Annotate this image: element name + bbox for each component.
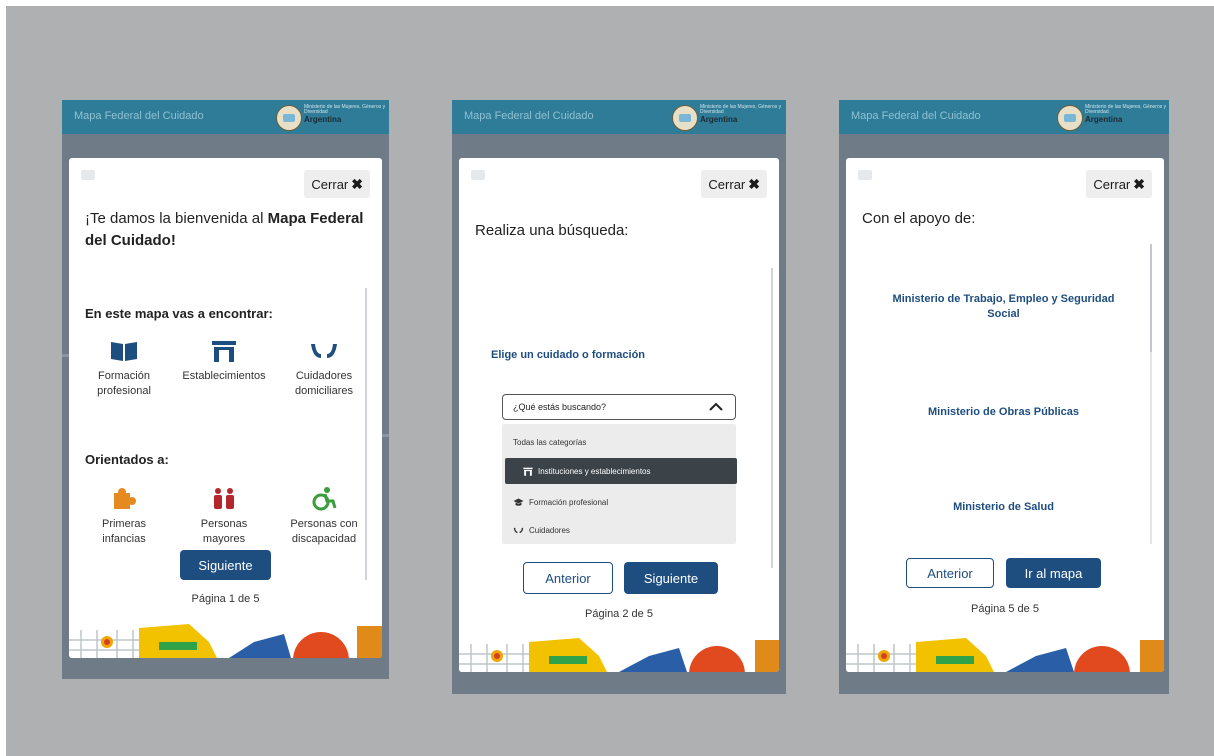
- wheelchair-icon: [279, 486, 369, 512]
- modal-logo: [858, 170, 872, 180]
- close-label: Cerrar: [311, 176, 349, 192]
- ministry-logo: Ministerio de las Mujeres, Géneros y Div…: [304, 104, 388, 124]
- ministry-logo: Ministerio de las Mujeres, Géneros y Div…: [700, 104, 784, 124]
- graduation-icon: [513, 498, 524, 506]
- category-dropdown[interactable]: ¿Qué estás buscando?: [502, 394, 736, 420]
- section-audience-heading: Orientados a:: [85, 452, 169, 467]
- welcome-modal: Cerrar ✖ ¡Te damos la bienvenida al Mapa…: [69, 158, 382, 658]
- app-header: Mapa Federal del Cuidado Ministerio de l…: [839, 100, 1169, 134]
- supporter-trabajo: Ministerio de Trabajo, Empleo y Segurida…: [892, 293, 1115, 320]
- option-label: Todas las categorías: [513, 437, 587, 447]
- scrollbar[interactable]: [771, 268, 773, 568]
- close-icon: ✖: [351, 175, 363, 192]
- people-icon: [179, 486, 269, 512]
- option-formacion[interactable]: Formación profesional: [502, 490, 608, 514]
- app-header: Mapa Federal del Cuidado Ministerio de l…: [62, 100, 389, 134]
- page-indicator: Página 1 de 5: [191, 593, 260, 605]
- option-label: Instituciones y establecimientos: [538, 466, 651, 476]
- feature-establecimientos: Establecimientos: [179, 338, 269, 384]
- close-button[interactable]: Cerrar ✖: [304, 170, 370, 198]
- background-canvas: Mapa Federal del Cuidado Ministerio de l…: [6, 6, 1214, 756]
- decorative-collage: [69, 612, 382, 658]
- feature-label: Formación profesional: [97, 370, 151, 397]
- option-instituciones[interactable]: Instituciones y establecimientos: [505, 458, 737, 484]
- chevron-up-icon: [709, 402, 723, 411]
- next-button[interactable]: Siguiente: [180, 550, 271, 580]
- go-to-map-button[interactable]: Ir al mapa: [1006, 558, 1101, 588]
- app-title: Mapa Federal del Cuidado: [74, 110, 204, 122]
- previous-button[interactable]: Anterior: [523, 562, 613, 594]
- close-button[interactable]: Cerrar ✖: [1086, 170, 1152, 198]
- option-label: Cuidadores: [529, 525, 570, 535]
- option-all[interactable]: Todas las categorías: [502, 430, 586, 454]
- audience-label: Primeras infancias: [101, 518, 146, 545]
- ministry-name: Ministerio de las Mujeres, Géneros y Div…: [304, 104, 386, 116]
- building-icon: [523, 467, 533, 476]
- section-features-heading: En este mapa vas a encontrar:: [85, 306, 273, 321]
- dropdown-options-list: Todas las categorías Instituciones y est…: [502, 424, 737, 544]
- feature-label: Establecimientos: [182, 370, 266, 382]
- supporters-modal: Cerrar ✖ Con el apoyo de: Ministerio de …: [846, 158, 1164, 672]
- app-title: Mapa Federal del Cuidado: [851, 110, 981, 122]
- modal-title: Con el apoyo de:: [862, 210, 976, 227]
- close-label: Cerrar: [708, 176, 746, 192]
- modal-title: Realiza una búsqueda:: [475, 222, 629, 239]
- audience-infancias: Primeras infancias: [79, 486, 169, 547]
- supporter-salud: Ministerio de Salud: [953, 501, 1054, 513]
- audience-mayores: Personas mayores: [179, 486, 269, 547]
- audience-discapacidad: Personas con discapacidad: [279, 486, 369, 547]
- close-icon: ✖: [748, 175, 760, 192]
- ministry-country: Argentina: [304, 114, 342, 124]
- app-title: Mapa Federal del Cuidado: [464, 110, 594, 122]
- previous-button[interactable]: Anterior: [906, 558, 994, 588]
- close-label: Cerrar: [1093, 176, 1131, 192]
- audience-label: Personas mayores: [200, 518, 248, 545]
- modal-logo: [81, 170, 95, 180]
- ministry-name: Ministerio de las Mujeres, Géneros y Div…: [700, 104, 782, 116]
- scrollbar[interactable]: [1150, 244, 1152, 544]
- supporter-obras-publicas: Ministerio de Obras Públicas: [928, 406, 1079, 418]
- dropdown-placeholder: ¿Qué estás buscando?: [513, 402, 607, 412]
- next-button[interactable]: Siguiente: [624, 562, 718, 594]
- decorative-collage: [846, 626, 1164, 672]
- hands-icon: [513, 527, 524, 533]
- page-indicator: Página 2 de 5: [585, 608, 653, 620]
- modal-logo: [471, 170, 485, 180]
- book-icon: [79, 338, 169, 364]
- ministry-country: Argentina: [700, 114, 738, 124]
- feature-label: Cuidadores domiciliares: [294, 370, 354, 397]
- feature-cuidadores: Cuidadores domiciliares: [279, 338, 369, 399]
- building-icon: [179, 338, 269, 364]
- close-button[interactable]: Cerrar ✖: [701, 170, 767, 198]
- argentina-seal-icon: [672, 105, 698, 131]
- phone-screen-welcome: Mapa Federal del Cuidado Ministerio de l…: [62, 100, 389, 679]
- phone-screen-supporters: Mapa Federal del Cuidado Ministerio de l…: [839, 100, 1169, 694]
- ministry-name: Ministerio de las Mujeres, Géneros y Div…: [1085, 104, 1167, 116]
- feature-formacion: Formación profesional: [79, 338, 169, 399]
- argentina-seal-icon: [1057, 105, 1083, 131]
- option-label: Formación profesional: [529, 497, 609, 507]
- close-icon: ✖: [1133, 175, 1145, 192]
- search-modal: Cerrar ✖ Realiza una búsqueda: Elige un …: [459, 158, 779, 672]
- audience-label: Personas con discapacidad: [290, 518, 358, 545]
- puzzle-icon: [79, 486, 169, 512]
- argentina-seal-icon: [276, 105, 302, 131]
- ministry-logo: Ministerio de las Mujeres, Géneros y Div…: [1085, 104, 1169, 124]
- option-cuidadores[interactable]: Cuidadores: [502, 518, 570, 542]
- phone-screen-search: Mapa Federal del Cuidado Ministerio de l…: [452, 100, 786, 694]
- hands-icon: [279, 338, 369, 364]
- search-prompt: Elige un cuidado o formación: [491, 349, 646, 361]
- decorative-collage: [459, 626, 779, 672]
- page-indicator: Página 5 de 5: [971, 603, 1039, 615]
- app-header: Mapa Federal del Cuidado Ministerio de l…: [452, 100, 786, 134]
- ministry-country: Argentina: [1085, 114, 1123, 124]
- modal-title: ¡Te damos la bienvenida al Mapa Federal …: [85, 210, 364, 249]
